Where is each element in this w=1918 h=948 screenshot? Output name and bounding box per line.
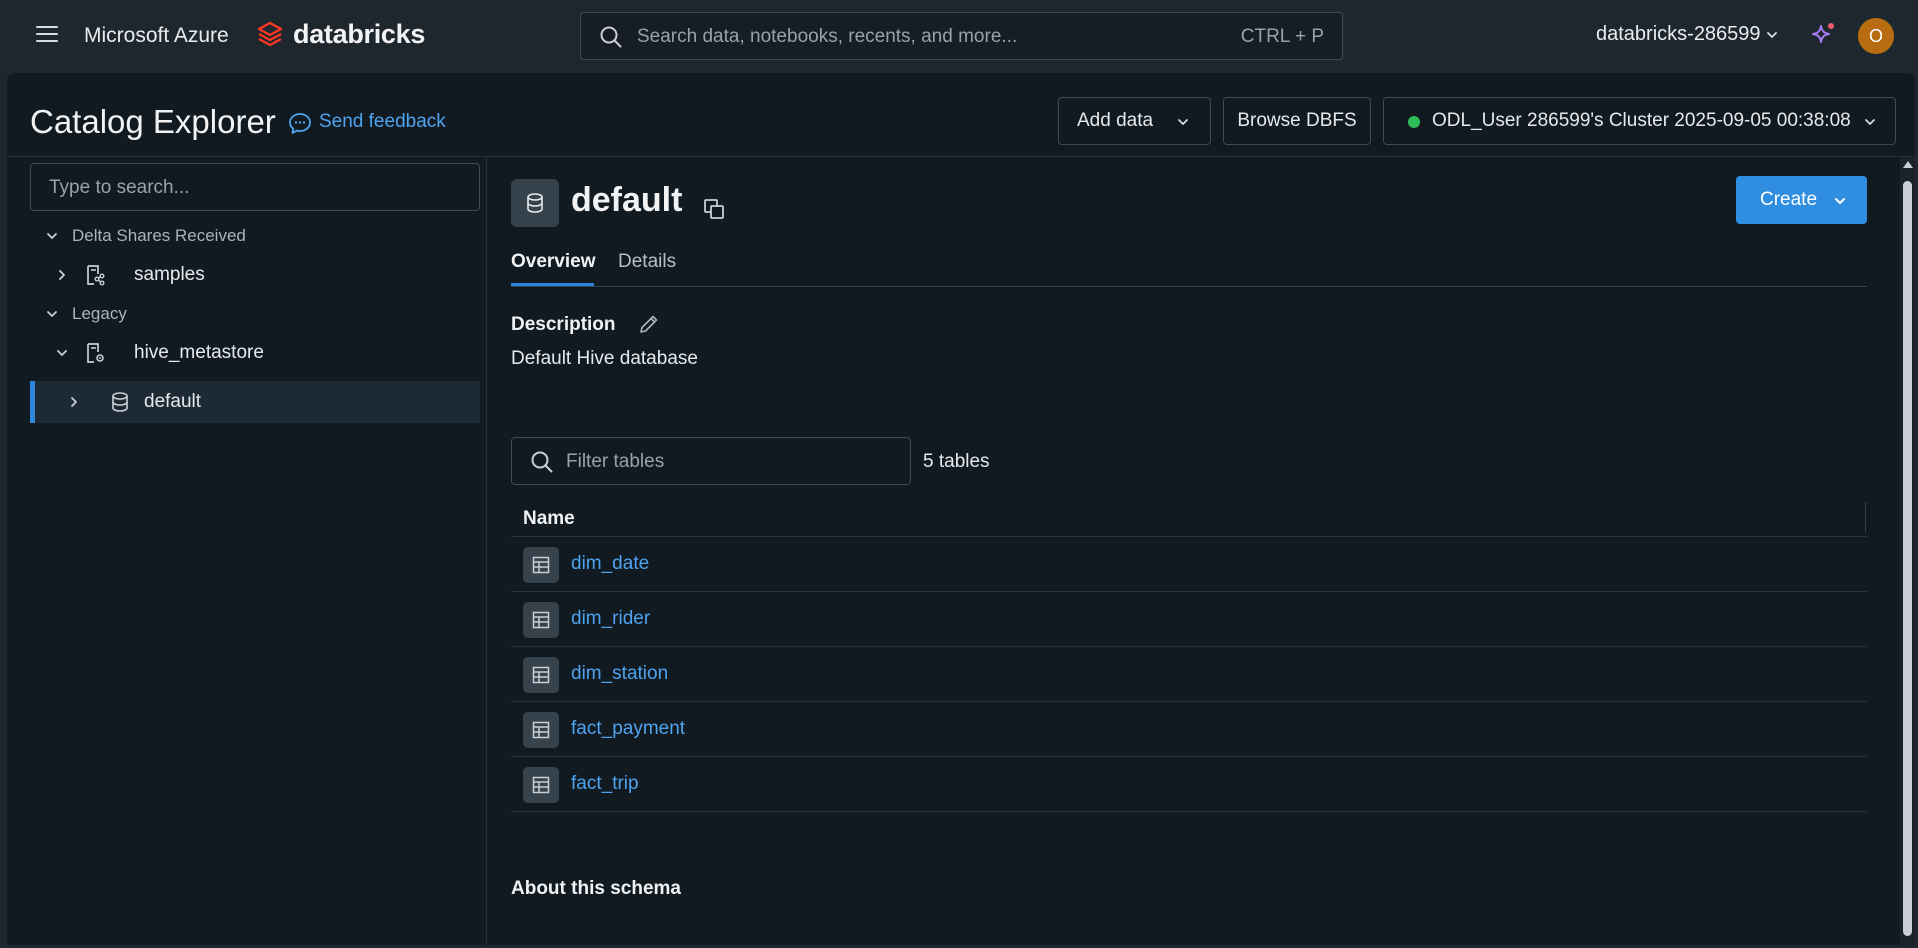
table-icon-tile [523, 657, 559, 693]
description-text: Default Hive database [511, 348, 698, 369]
tree-item-label: samples [134, 264, 205, 285]
catalog-settings-icon [87, 343, 104, 363]
table-row[interactable]: dim_date [511, 537, 1867, 592]
speech-bubble-icon [289, 113, 311, 134]
schema-detail-panel: default Create Overview Details Descript… [487, 157, 1887, 945]
databricks-logo-icon[interactable] [256, 20, 284, 48]
table-name-link[interactable]: fact_trip [571, 773, 639, 795]
table-name-link[interactable]: fact_payment [571, 718, 685, 740]
cluster-status-dot [1408, 116, 1420, 128]
table-name-link[interactable]: dim_rider [571, 608, 650, 630]
tree-item-hive-metastore[interactable]: hive_metastore [30, 333, 480, 373]
tree-item-label: hive_metastore [134, 342, 264, 363]
databricks-brand[interactable]: databricks [293, 19, 425, 50]
tab-overview[interactable]: Overview [511, 251, 596, 273]
cluster-label: ODL_User 286599's Cluster 2025-09-05 00:… [1432, 110, 1851, 131]
tree-item-delta-shares-received[interactable]: Delta Shares Received [30, 216, 480, 256]
about-schema-heading: About this schema [511, 878, 681, 899]
table-icon-tile [523, 712, 559, 748]
send-feedback-label: Send feedback [319, 111, 446, 132]
browse-dbfs-button[interactable]: Browse DBFS [1223, 97, 1371, 145]
filter-tables-input[interactable]: Filter tables [511, 437, 911, 485]
table-name-link[interactable]: dim_date [571, 553, 649, 575]
create-button[interactable]: Create [1736, 176, 1867, 224]
table-row[interactable]: dim_rider [511, 592, 1867, 647]
table-icon [532, 666, 550, 684]
pencil-icon[interactable] [637, 312, 661, 336]
table-icon-tile [523, 547, 559, 583]
cluster-selector[interactable]: ODL_User 286599's Cluster 2025-09-05 00:… [1383, 97, 1896, 145]
database-icon [527, 193, 543, 213]
add-data-button[interactable]: Add data [1058, 97, 1211, 145]
schema-icon-tile [511, 179, 559, 227]
table-row[interactable]: fact_trip [511, 757, 1867, 812]
selection-indicator [30, 381, 35, 423]
tab-details[interactable]: Details [618, 251, 676, 273]
chevron-right-icon[interactable] [54, 267, 70, 283]
tree-item-label: Delta Shares Received [72, 226, 246, 245]
table-icon [532, 611, 550, 629]
table-icon [532, 721, 550, 739]
microsoft-azure-brand: Microsoft Azure [84, 24, 229, 47]
main-scrollbar[interactable] [1900, 157, 1915, 945]
database-icon [112, 392, 128, 412]
table-icon-tile [523, 602, 559, 638]
search-icon [531, 451, 553, 473]
table-count: 5 tables [923, 451, 990, 472]
scrollbar-thumb[interactable] [1903, 181, 1912, 936]
copy-icon[interactable] [701, 196, 727, 222]
search-shortcut-hint: CTRL + P [1240, 26, 1324, 47]
chevron-down-icon[interactable] [44, 228, 60, 244]
shared-catalog-icon [87, 265, 105, 286]
tabs-divider [511, 286, 1867, 287]
tree-item-default-selected[interactable]: default [30, 381, 480, 423]
tree-item-label: default [144, 391, 202, 412]
name-column-header[interactable]: Name [523, 508, 575, 530]
table-row[interactable]: dim_station [511, 647, 1867, 702]
hamburger-menu-icon[interactable] [36, 26, 58, 44]
catalog-explorer-page: Catalog Explorer Send feedback Add data … [7, 73, 1915, 945]
top-bar: Microsoft Azure databricks Search data, … [0, 0, 1918, 73]
tree-search-input[interactable]: Type to search... [30, 163, 480, 211]
send-feedback-link[interactable]: Send feedback [289, 111, 446, 134]
table-name-link[interactable]: dim_station [571, 663, 668, 685]
global-search-placeholder: Search data, notebooks, recents, and mor… [637, 26, 1018, 47]
description-label: Description [511, 314, 616, 335]
global-search-input[interactable]: Search data, notebooks, recents, and mor… [580, 12, 1343, 60]
tree-item-label: Legacy [72, 304, 127, 323]
tree-item-samples[interactable]: samples [30, 255, 480, 295]
workspace-name: databricks-286599 [1596, 23, 1761, 45]
table-icon-tile [523, 767, 559, 803]
scroll-up-arrow-icon[interactable] [1903, 161, 1913, 168]
search-icon [600, 26, 622, 48]
tree-search-placeholder: Type to search... [49, 177, 190, 198]
catalog-tree-sidebar: Type to search... Delta Shares Received … [7, 157, 487, 945]
schema-title: default [571, 181, 683, 219]
chevron-down-icon[interactable] [54, 345, 70, 361]
sparkle-icon[interactable] [1809, 22, 1835, 48]
chevron-down-icon[interactable] [44, 306, 60, 322]
table-icon [532, 556, 550, 574]
table-row[interactable]: fact_payment [511, 702, 1867, 757]
chevron-down-icon [1178, 119, 1188, 125]
chevron-right-icon[interactable] [66, 394, 82, 410]
add-data-label: Add data [1077, 110, 1154, 131]
column-resize-handle[interactable] [1865, 502, 1866, 532]
workspace-switcher[interactable]: databricks-286599 [1596, 23, 1779, 46]
chevron-down-icon [1865, 119, 1875, 125]
table-icon [532, 776, 550, 794]
filter-tables-placeholder: Filter tables [566, 451, 665, 472]
chevron-down-icon [1835, 198, 1845, 204]
tree-item-legacy[interactable]: Legacy [30, 294, 480, 334]
page-title: Catalog Explorer [30, 103, 276, 140]
create-label: Create [1760, 189, 1818, 210]
chevron-down-icon [1766, 31, 1777, 38]
user-avatar[interactable]: O [1858, 18, 1894, 54]
